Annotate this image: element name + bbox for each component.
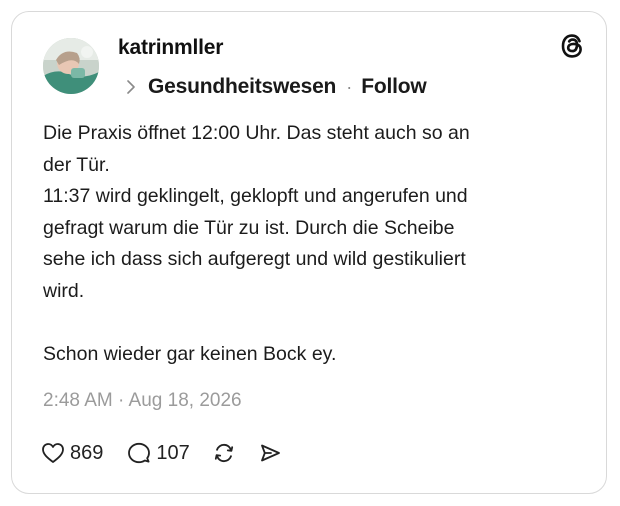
- separator-dot: ·: [346, 76, 353, 97]
- post-body-line: Schon wieder gar keinen Bock ey.: [43, 342, 337, 365]
- post-body-line: gefragt warum die Tür zu ist. Durch die …: [43, 216, 455, 239]
- paragraph-break: [43, 307, 588, 339]
- post-body-line: 11:37 wird geklingelt, geklopft und ange…: [43, 185, 468, 207]
- post-body-line: wird.: [43, 279, 85, 302]
- action-bar: 869 107: [41, 438, 282, 468]
- avatar[interactable]: [43, 38, 99, 94]
- share-button[interactable]: [258, 441, 282, 465]
- topic-row: Gesundheitswesen · Follow: [126, 73, 427, 101]
- like-button[interactable]: 869: [41, 442, 103, 465]
- chevron-right-icon: [126, 79, 140, 95]
- repost-icon: [212, 441, 236, 465]
- post-body-line: der Tür.: [43, 153, 110, 176]
- topic-tag[interactable]: Gesundheitswesen: [148, 75, 336, 99]
- post-card: katrinmller Gesundheitswesen · Follow Di…: [11, 11, 607, 494]
- repost-button[interactable]: [212, 441, 236, 465]
- follow-button[interactable]: Follow: [361, 75, 426, 99]
- post-body-line: sehe ich dass sich aufgeregt und wild ge…: [43, 248, 466, 270]
- post-body-line: Die Praxis öffnet 12:00 Uhr. Das steht a…: [43, 122, 470, 144]
- heart-icon: [41, 442, 65, 464]
- send-icon: [258, 441, 282, 465]
- reply-count: 107: [156, 441, 190, 464]
- username[interactable]: katrinmller: [118, 36, 223, 60]
- like-count: 869: [70, 441, 104, 464]
- post-timestamp[interactable]: 2:48 AM · Aug 18, 2026: [43, 390, 242, 412]
- speech-bubble-icon: [127, 441, 151, 465]
- reply-button[interactable]: 107: [127, 441, 190, 465]
- threads-logo-icon[interactable]: [558, 32, 586, 60]
- post-body: Die Praxis öffnet 12:00 Uhr. Das steht a…: [43, 118, 588, 370]
